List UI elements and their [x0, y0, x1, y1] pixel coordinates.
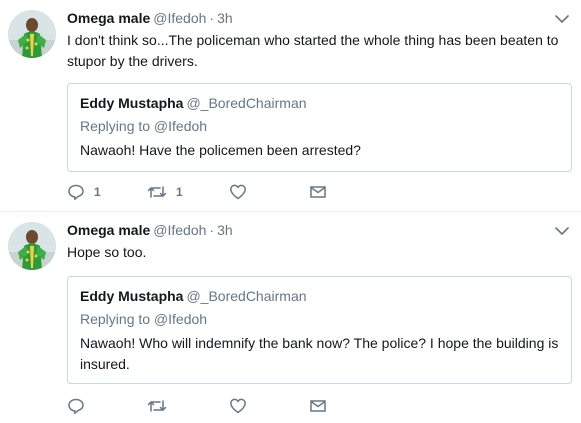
- retweet-button[interactable]: 1: [147, 182, 183, 202]
- retweet-button[interactable]: [147, 396, 176, 416]
- quote-text: Nawaoh! Have the policemen been arrested…: [80, 142, 361, 158]
- chevron-down-icon[interactable]: [555, 11, 569, 23]
- avatar[interactable]: [8, 222, 56, 270]
- tweet-text: Hope so too.: [67, 244, 147, 260]
- tweet[interactable]: Omega male @Ifedoh · 3h I don't think so...…: [0, 0, 581, 212]
- quoted-tweet[interactable]: Eddy Mustapha @_BoredChairman Replying to…: [67, 83, 572, 172]
- like-button[interactable]: [229, 396, 247, 416]
- author-name[interactable]: Omega male: [67, 10, 150, 26]
- heart-icon: [229, 397, 247, 415]
- avatar[interactable]: [8, 10, 56, 58]
- quote-text: Nawaoh! Who will indemnify the bank now?…: [80, 335, 559, 372]
- tweet[interactable]: Omega male @Ifedoh · 3h Hope so too. Eddy M…: [0, 212, 581, 423]
- reply-icon: [67, 397, 85, 415]
- replying-to: Replying to @Ifedoh: [80, 311, 208, 327]
- tweet-actions: 1 1: [67, 182, 367, 202]
- reply-button[interactable]: [67, 396, 94, 416]
- tweet-actions: [67, 396, 367, 416]
- author-handle[interactable]: @Ifedoh: [153, 10, 206, 26]
- author-name[interactable]: Omega male: [67, 222, 150, 238]
- heart-icon: [229, 183, 247, 201]
- tweet-header: Omega male @Ifedoh · 3h: [67, 9, 233, 27]
- retweet-icon: [147, 183, 167, 201]
- dm-button[interactable]: [309, 396, 327, 416]
- quote-author-handle: @_BoredChairman: [186, 288, 307, 304]
- like-button[interactable]: [229, 182, 247, 202]
- separator: ·: [209, 10, 215, 26]
- timestamp[interactable]: 3h: [217, 222, 233, 238]
- timestamp[interactable]: 3h: [217, 10, 233, 26]
- envelope-icon: [309, 183, 327, 201]
- retweet-count: 1: [176, 185, 183, 199]
- quote-author-name: Eddy Mustapha: [80, 288, 184, 304]
- envelope-icon: [309, 397, 327, 415]
- quote-author-name: Eddy Mustapha: [80, 95, 184, 111]
- reply-count: 1: [94, 185, 101, 199]
- quote-header: Eddy Mustapha @_BoredChairman: [80, 94, 307, 112]
- replying-to: Replying to @Ifedoh: [80, 118, 208, 134]
- reply-button[interactable]: 1: [67, 182, 101, 202]
- tweet-header: Omega male @Ifedoh · 3h: [67, 221, 233, 239]
- timeline: Omega male @Ifedoh · 3h I don't think so...…: [0, 0, 581, 423]
- tweet-text: I don't think so...The policeman who sta…: [67, 32, 559, 69]
- chevron-down-icon[interactable]: [555, 223, 569, 235]
- quote-header: Eddy Mustapha @_BoredChairman: [80, 287, 307, 305]
- dm-button[interactable]: [309, 182, 327, 202]
- reply-icon: [67, 183, 85, 201]
- author-handle[interactable]: @Ifedoh: [153, 222, 206, 238]
- quoted-tweet[interactable]: Eddy Mustapha @_BoredChairman Replying to…: [67, 276, 572, 384]
- quote-author-handle: @_BoredChairman: [186, 95, 307, 111]
- separator: ·: [209, 222, 215, 238]
- retweet-icon: [147, 397, 167, 415]
